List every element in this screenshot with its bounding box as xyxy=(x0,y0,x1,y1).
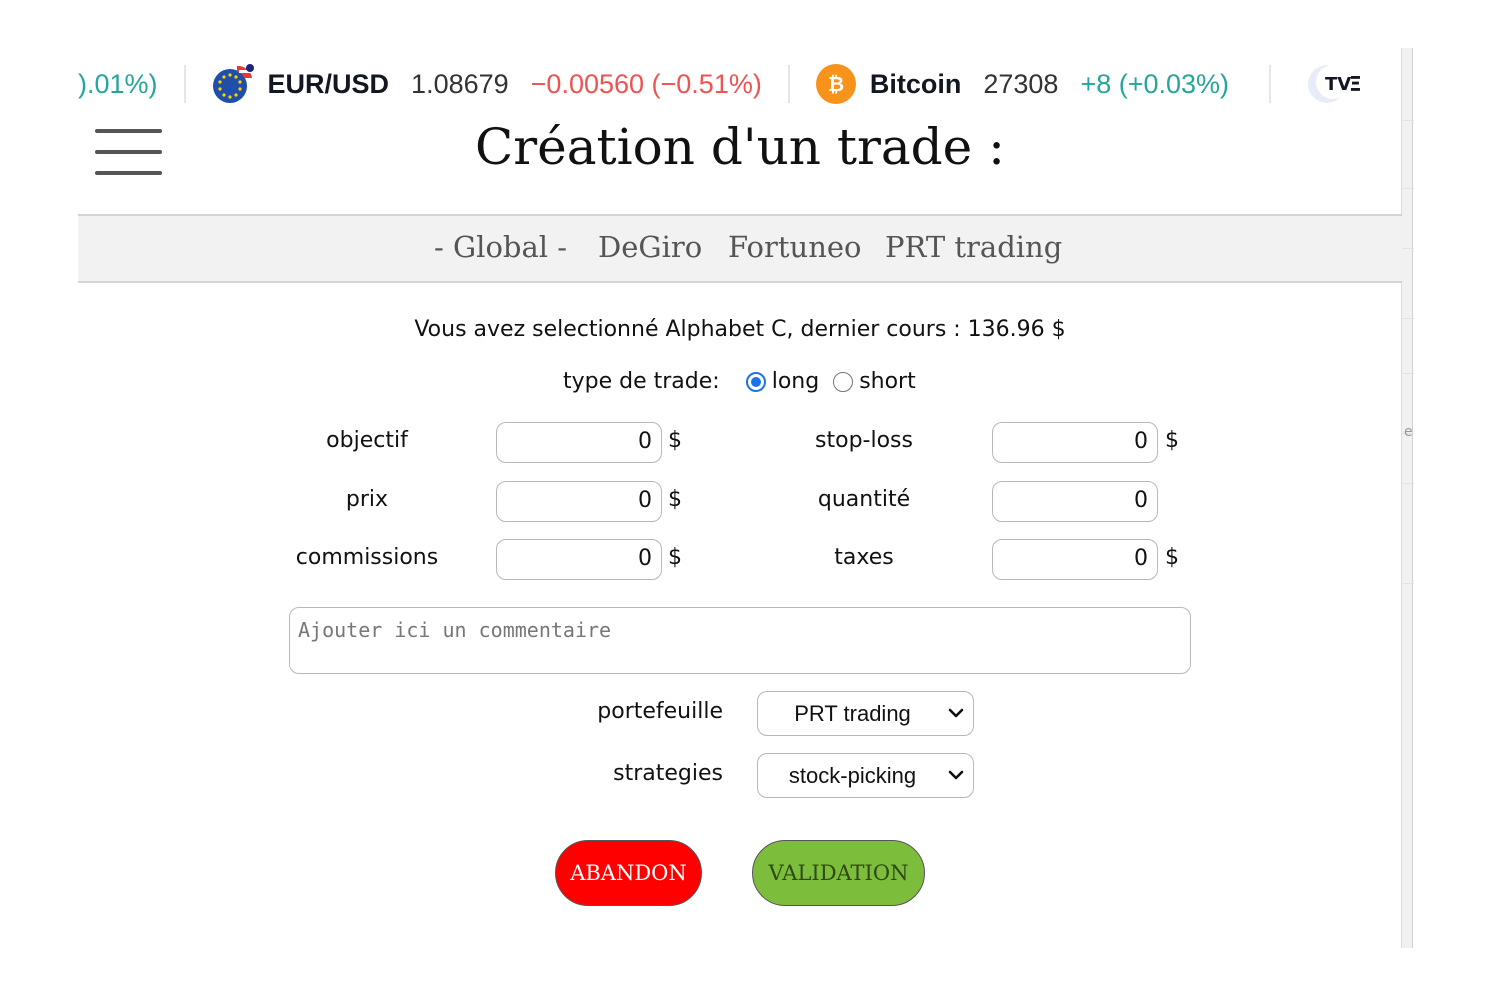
trade-type-label: type de trade: xyxy=(563,369,720,394)
strategies-value: stock-picking xyxy=(788,762,917,788)
ticker-price: 27308 xyxy=(983,68,1059,99)
stop-loss-unit: $ xyxy=(1165,428,1179,453)
ticker-change: −0.00560 (−0.51%) xyxy=(530,68,762,99)
taxes-input[interactable]: 0 xyxy=(992,539,1158,580)
strategies-select[interactable]: stock-picking xyxy=(757,753,974,798)
validation-button[interactable]: VALIDATION xyxy=(752,840,925,906)
radio-short-label: short xyxy=(859,369,916,394)
svg-text:₿: ₿ xyxy=(828,74,844,96)
tab-prt-trading[interactable]: PRT trading xyxy=(885,230,1062,264)
ticker-separator xyxy=(183,65,186,103)
portefeuille-select[interactable]: PRT trading xyxy=(757,691,974,736)
page-scroll-edge: e xyxy=(1401,48,1414,948)
tradingview-logo-text: TV xyxy=(1325,74,1351,95)
stop-loss-input[interactable]: 0 xyxy=(992,422,1158,463)
radio-long[interactable] xyxy=(745,371,766,392)
objectif-label: objectif xyxy=(326,428,408,453)
tab-fortuneo[interactable]: Fortuneo xyxy=(728,230,862,264)
tab-global[interactable]: - Global - xyxy=(434,230,567,264)
bitcoin-icon: ₿ xyxy=(815,64,856,104)
stop-loss-label: stop-loss xyxy=(815,428,913,453)
ticker-separator xyxy=(787,65,790,103)
taxes-unit: $ xyxy=(1165,545,1179,570)
objectif-unit: $ xyxy=(668,428,682,453)
tradingview-logo-icon: TV Ξ xyxy=(1299,62,1363,106)
edge-letter: e xyxy=(1404,424,1413,440)
commissions-label: commissions xyxy=(295,545,439,570)
radio-short[interactable] xyxy=(833,371,854,392)
commissions-unit: $ xyxy=(668,545,682,570)
portefeuille-value: PRT trading xyxy=(794,700,911,726)
page-title: Création d'un trade : xyxy=(474,118,1006,176)
prix-unit: $ xyxy=(668,487,682,512)
quantite-label: quantité xyxy=(817,487,911,512)
menu-hamburger-icon[interactable] xyxy=(95,128,162,176)
trade-type-group: type de trade: long short xyxy=(563,369,916,394)
ticker-partial-change: ).01%) xyxy=(78,68,158,99)
comment-field[interactable] xyxy=(289,607,1191,674)
ticker-name: EUR/USD xyxy=(267,68,390,99)
ticker-separator xyxy=(1269,65,1272,103)
prix-label: prix xyxy=(345,487,389,512)
commissions-input[interactable]: 0 xyxy=(496,539,662,580)
taxes-label: taxes xyxy=(834,545,894,570)
quantite-input[interactable]: 0 xyxy=(992,481,1158,522)
eu-us-flag-icon xyxy=(212,62,256,106)
svg-text:Ξ: Ξ xyxy=(1349,72,1362,96)
chevron-down-icon xyxy=(948,708,964,718)
abandon-button[interactable]: ABANDON xyxy=(555,840,702,906)
ticker-price: 1.08679 xyxy=(411,68,509,99)
strategies-label: strategies xyxy=(613,761,723,786)
radio-long-label: long xyxy=(771,369,820,394)
selected-stock-info: Vous avez selectionné Alphabet C, dernie… xyxy=(414,317,1066,342)
portfolio-tabs: - Global - DeGiro Fortuneo PRT trading xyxy=(78,214,1402,283)
ticker-name: Bitcoin xyxy=(869,68,962,99)
prix-input[interactable]: 0 xyxy=(496,481,662,522)
chevron-down-icon xyxy=(948,770,964,780)
objectif-input[interactable]: 0 xyxy=(496,422,662,463)
ticker-tape[interactable]: ).01%) EUR/USD 1.08679 −0.00560 (−0.51%) xyxy=(78,56,1401,112)
tab-degiro[interactable]: DeGiro xyxy=(598,230,702,264)
ticker-change: +8 (+0.03%) xyxy=(1080,68,1230,99)
portefeuille-label: portefeuille xyxy=(597,699,723,724)
